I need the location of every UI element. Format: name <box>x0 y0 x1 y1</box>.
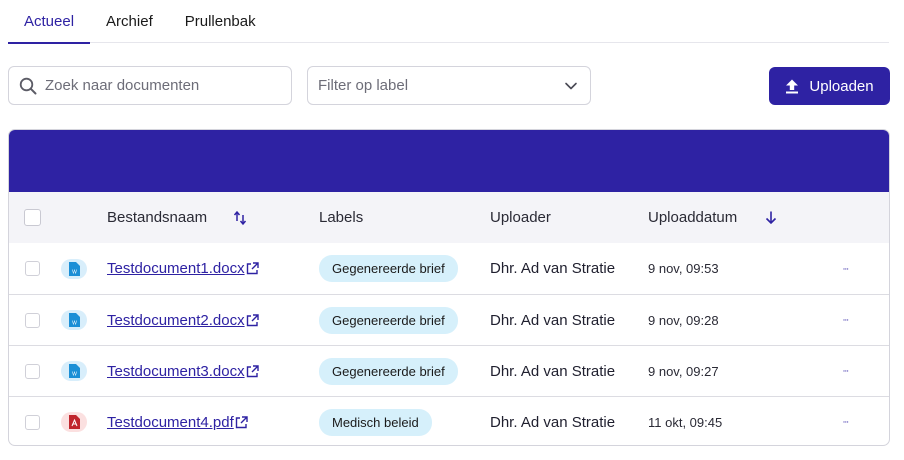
file-name: Testdocument4.pdf <box>107 413 234 431</box>
external-link-icon <box>246 364 259 377</box>
search-input[interactable] <box>45 77 275 94</box>
sort-toggle-icon[interactable] <box>233 210 247 226</box>
more-options-icon[interactable] <box>835 365 857 377</box>
external-link-icon <box>246 313 259 326</box>
row-checkbox[interactable] <box>25 261 40 276</box>
external-link-icon <box>246 262 259 275</box>
label-filter-select[interactable]: Filter op label <box>307 66 591 105</box>
chevron-down-icon <box>565 82 577 89</box>
label-badge: Gegenereerde brief <box>319 255 458 282</box>
table-row: W Testdocument1.docx Gegenereerde brief … <box>9 243 889 294</box>
search-box[interactable] <box>8 66 292 105</box>
svg-text:W: W <box>72 269 77 275</box>
uploader-name: Dhr. Ad van Stratie <box>490 260 616 277</box>
word-file-icon: W <box>61 258 87 279</box>
search-icon <box>19 77 37 94</box>
file-link[interactable]: Testdocument1.docx <box>107 260 259 277</box>
pdf-file-icon <box>61 412 87 432</box>
upload-button-label: Uploaden <box>809 77 874 95</box>
word-file-icon: W <box>61 361 87 381</box>
file-link[interactable]: Testdocument2.docx <box>107 312 259 329</box>
uploader-name: Dhr. Ad van Stratie <box>490 413 616 431</box>
table-row: W Testdocument3.docx Gegenereerde brief … <box>9 345 889 396</box>
tab-bar: Actueel Archief Prullenbak <box>8 0 889 44</box>
uploader-name: Dhr. Ad van Stratie <box>490 362 616 380</box>
upload-date: 9 nov, 09:27 <box>648 363 719 379</box>
more-options-icon[interactable] <box>835 416 857 428</box>
more-options-icon[interactable] <box>835 263 857 275</box>
tab-archief[interactable]: Archief <box>90 0 169 43</box>
external-link-icon <box>235 415 248 428</box>
table-banner <box>9 130 889 192</box>
table-row: W Testdocument2.docx Gegenereerde brief … <box>9 294 889 345</box>
sort-descending-icon[interactable] <box>765 210 777 225</box>
documents-table: Bestandsnaam Labels Uploader Uploaddatum <box>8 129 890 446</box>
table-header: Bestandsnaam Labels Uploader Uploaddatum <box>9 192 889 243</box>
header-labels[interactable]: Labels <box>319 209 363 226</box>
tab-prullenbak[interactable]: Prullenbak <box>169 0 272 43</box>
label-badge: Gegenereerde brief <box>319 306 458 334</box>
upload-date: 9 nov, 09:53 <box>648 261 719 276</box>
upload-icon <box>786 79 799 93</box>
file-name: Testdocument2.docx <box>107 311 245 329</box>
select-all-checkbox[interactable] <box>24 209 41 226</box>
uploader-name: Dhr. Ad van Stratie <box>490 311 616 329</box>
upload-button[interactable]: Uploaden <box>769 67 890 105</box>
label-filter-placeholder: Filter op label <box>318 77 409 94</box>
upload-date: 9 nov, 09:28 <box>648 312 719 328</box>
header-filename[interactable]: Bestandsnaam <box>107 209 207 226</box>
file-link[interactable]: Testdocument4.pdf <box>107 414 248 431</box>
word-file-icon: W <box>61 310 87 330</box>
label-badge: Gegenereerde brief <box>319 357 458 385</box>
file-name: Testdocument1.docx <box>107 260 245 277</box>
svg-text:W: W <box>72 321 77 327</box>
header-uploader[interactable]: Uploader <box>490 209 551 226</box>
svg-text:W: W <box>72 372 77 378</box>
tab-actueel[interactable]: Actueel <box>8 0 91 44</box>
more-options-icon[interactable] <box>835 314 857 326</box>
label-badge: Medisch beleid <box>319 408 432 436</box>
file-link[interactable]: Testdocument3.docx <box>107 363 259 380</box>
table-row: Testdocument4.pdf Medisch beleid Dhr. Ad… <box>9 396 889 445</box>
row-checkbox[interactable] <box>25 312 40 328</box>
upload-date: 11 okt, 09:45 <box>648 414 723 430</box>
row-checkbox[interactable] <box>25 414 40 430</box>
header-upload-date[interactable]: Uploaddatum <box>648 209 737 226</box>
row-checkbox[interactable] <box>25 363 40 379</box>
file-name: Testdocument3.docx <box>107 362 245 380</box>
